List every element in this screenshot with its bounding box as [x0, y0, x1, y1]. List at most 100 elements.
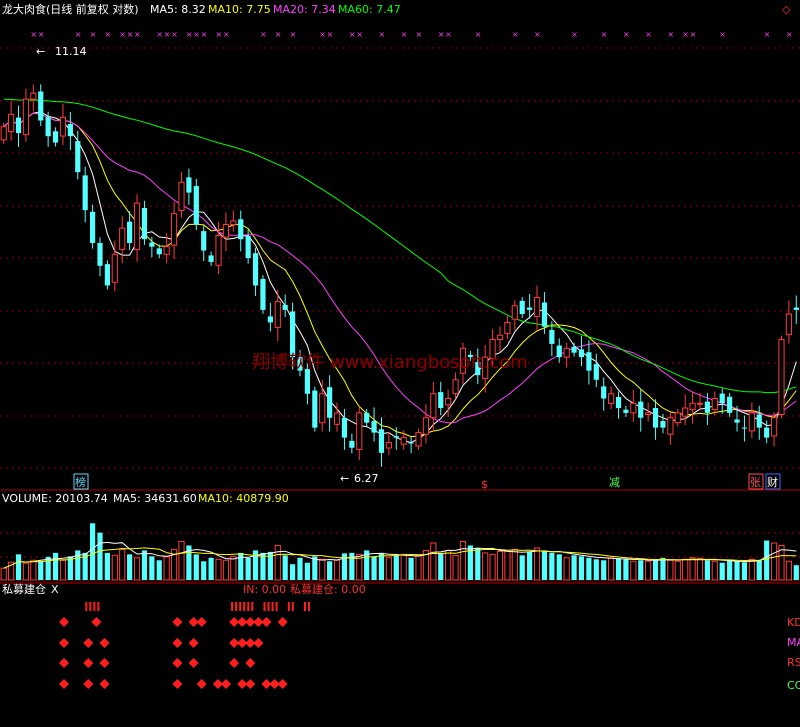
candle-body-up — [59, 116, 67, 137]
volume-bar-down — [541, 550, 548, 580]
candle-body-down — [408, 442, 414, 444]
candle-body-down — [593, 364, 599, 380]
candle-body-down — [327, 387, 333, 418]
volume-bar-up — [133, 557, 141, 581]
candle-body-down — [371, 421, 377, 433]
volume-bar-down — [734, 561, 740, 580]
signal-diamond-kd — [91, 617, 102, 627]
volume-bar-down — [290, 564, 296, 580]
signal-bar — [89, 602, 92, 611]
volume-bar-up — [333, 559, 341, 581]
ma5-label: MA5: 8.32 — [150, 3, 206, 16]
indicator-name[interactable]: 私募建仓 — [2, 582, 46, 596]
volume-bar-up — [504, 549, 511, 581]
signal-marker: × — [90, 30, 97, 39]
candlestick-chart[interactable]: 龙大肉食(日线 前复权 对数) MA5: 8.32 MA10: 7.75 MA2… — [0, 0, 800, 727]
signal-bar — [308, 602, 310, 611]
volume-bar-up — [489, 553, 496, 581]
candle-body-down — [67, 123, 73, 137]
candle-body-up — [496, 334, 504, 341]
volume-bar-down — [571, 555, 577, 580]
volume-bar-down — [297, 557, 303, 580]
badge-reduce[interactable]: 减 — [609, 476, 620, 489]
volume-bar-down — [393, 555, 399, 580]
signal-diamond-kd — [172, 617, 183, 627]
signal-marker: × — [223, 30, 230, 39]
signal-bar — [247, 602, 250, 611]
volume-bar-down — [193, 554, 199, 580]
signal-marker: × — [186, 30, 193, 39]
signal-diamond-ma — [59, 638, 69, 648]
close-indicator-icon[interactable]: X — [51, 583, 59, 596]
candle-body-down — [578, 349, 585, 358]
indicator-header: 私募建仓 X IN: 0.00 私募建仓: 0.00 — [2, 582, 366, 596]
signal-marker: × — [475, 30, 482, 39]
signal-marker: × — [275, 30, 282, 39]
volume-bar-down — [260, 552, 266, 580]
moving-average-lines — [3, 98, 797, 444]
candle-body-down — [660, 421, 666, 428]
candle-body-down — [341, 417, 348, 438]
volume-bar-up — [667, 559, 674, 581]
candle-body-down — [245, 235, 251, 259]
volume-bar-down — [556, 554, 562, 580]
candle-body-down — [623, 409, 629, 413]
candle-body-up — [748, 412, 755, 432]
ma60-label: MA60: 7.47 — [338, 3, 401, 16]
badge-rise[interactable]: 张 — [750, 476, 761, 489]
signal-diamond-rs — [59, 658, 69, 668]
signal-marker: × — [356, 30, 363, 39]
signal-bar — [97, 602, 100, 611]
badge-finance[interactable]: 财 — [767, 475, 778, 489]
volume-bar-up — [511, 548, 518, 581]
volume-bar-up — [770, 542, 778, 581]
signal-marker: × — [104, 30, 111, 39]
candle-body-up — [274, 301, 281, 328]
signal-marker: × — [201, 30, 208, 39]
volume-bar-down — [549, 552, 555, 580]
volume-header: VOLUME: 20103.74 MA5: 34631.60 MA10: 408… — [2, 492, 289, 505]
candle-body-down — [549, 329, 555, 344]
signal-marker: × — [416, 30, 423, 39]
candle-body-down — [704, 401, 710, 413]
candle-body-down — [586, 352, 592, 371]
badge-bang[interactable]: 榜 — [75, 475, 86, 489]
signal-marker: × — [193, 30, 200, 39]
signal-diamond-cc — [83, 679, 94, 689]
signal-marker: × — [645, 30, 652, 39]
volume-bar-down — [475, 547, 481, 580]
candle-body-down — [260, 278, 266, 310]
candle-body-up — [452, 379, 459, 395]
volume-bar-down — [438, 552, 444, 580]
low-marker-arrow: ← — [340, 472, 349, 485]
candle-body-down — [141, 207, 148, 240]
candle-body-up — [170, 213, 178, 246]
badge-dollar[interactable]: $ — [481, 478, 488, 491]
signal-marker: × — [75, 30, 82, 39]
volume-bar-down — [601, 560, 607, 580]
volume-bar-up — [645, 560, 652, 581]
volume-bar-down — [327, 561, 333, 580]
candle-body-up — [333, 412, 341, 425]
candle-body-up — [504, 321, 511, 335]
volume-bar-up — [111, 554, 118, 581]
candle-body-up — [445, 397, 452, 406]
volume-bar-down — [593, 559, 599, 580]
signal-marker: × — [438, 30, 445, 39]
diamond-icon[interactable]: ◇ — [782, 3, 791, 16]
signal-bar — [271, 602, 274, 611]
volume-bar-up — [30, 559, 37, 581]
indicator-in-label: IN: 0.00 — [243, 583, 286, 596]
candle-body-up — [111, 253, 118, 283]
volume-bar-up — [215, 558, 222, 581]
signal-marker: × — [786, 30, 793, 39]
candle-body-up — [645, 412, 652, 415]
signal-marker: × — [690, 30, 697, 39]
candle-body-down — [364, 412, 370, 423]
signal-bar — [291, 602, 294, 611]
signal-marker: × — [290, 30, 297, 39]
indicator-row-labels: KD MA RS CC — [787, 616, 800, 692]
candle-body-down — [45, 117, 51, 137]
candle-body-down — [82, 175, 88, 211]
volume-bar-down — [527, 551, 533, 580]
